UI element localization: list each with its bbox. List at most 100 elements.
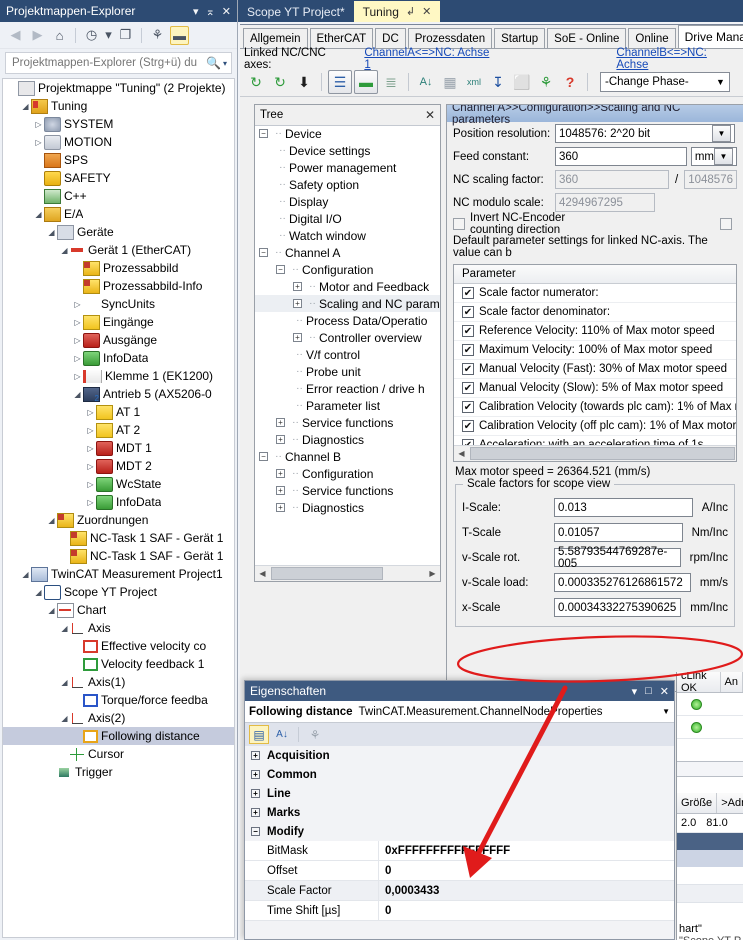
solution-tree[interactable]: Projektmappe "Tuning" (2 Projekte) ◢ Tunin… (2, 78, 235, 938)
expander-icon[interactable]: ◢ (20, 101, 31, 112)
table-icon[interactable]: ▦ (439, 71, 461, 93)
expand-plus-icon[interactable]: + (293, 282, 302, 291)
expander-icon[interactable]: ▷ (72, 335, 83, 346)
solution-tree-node[interactable]: ▷ Klemme 1 (EK1200) (3, 367, 234, 385)
split-view-icon[interactable]: ▬ (354, 70, 378, 94)
search-icon[interactable]: 🔍 (206, 56, 221, 70)
collapse-minus-icon[interactable]: − (259, 248, 268, 257)
drive-tree-row[interactable]: ·· Parameter list (255, 397, 440, 414)
pin-icon[interactable]: ⌅ (206, 5, 215, 18)
solution-tree-node[interactable]: ◢ TwinCAT Measurement Project1 (3, 565, 234, 583)
drive-tree-row[interactable]: ·· V/f control (255, 346, 440, 363)
scroll-left-icon[interactable]: ◀ (454, 449, 469, 458)
chevron-down-icon[interactable]: ▾ (223, 59, 227, 68)
parameter-checkbox[interactable]: ✔ (462, 344, 474, 356)
scrollbar-thumb[interactable] (271, 567, 383, 580)
checklist-icon[interactable]: ≣ (380, 71, 402, 93)
drive-tree-row[interactable]: ·· Safety option (255, 176, 440, 193)
device-property-tab[interactable]: Online (628, 28, 676, 48)
property-category[interactable]: − Modify (245, 822, 674, 841)
tree-view-icon[interactable]: ☰ (328, 70, 352, 94)
expander-icon[interactable]: ◢ (59, 245, 70, 256)
chevron-down-icon[interactable]: ▾ (104, 26, 113, 45)
parameter-table-hscrollbar[interactable]: ◀ (454, 445, 736, 461)
drive-tree-row[interactable]: ·· Error reaction / drive h (255, 380, 440, 397)
expander-icon[interactable]: ▷ (72, 317, 83, 328)
expand-plus-icon[interactable]: + (293, 333, 302, 342)
device-property-tab[interactable]: Prozessdaten (407, 28, 493, 48)
expander-icon[interactable]: ◢ (59, 623, 70, 634)
solution-tree-node[interactable]: ▷ MOTION (3, 133, 234, 151)
parameter-checkbox[interactable]: ✔ (462, 306, 474, 318)
expander-icon[interactable]: ▷ (85, 443, 96, 454)
scope-scale-input[interactable]: 0.000335276126861572 (554, 573, 691, 592)
property-value[interactable]: 0xFFFFFFFFFFFFFFFF (378, 841, 674, 860)
solution-tree-node[interactable]: ◢ Gerät 1 (EtherCAT) (3, 241, 234, 259)
parameter-checkbox[interactable]: ✔ (462, 363, 474, 375)
drive-tree-row[interactable]: ·· Digital I/O (255, 210, 440, 227)
expander-icon[interactable]: ◢ (72, 389, 83, 400)
scope-scale-input[interactable]: 0.01057 (554, 523, 683, 542)
drive-tree-row[interactable]: + ·· Service functions (255, 414, 440, 431)
expand-plus-icon[interactable]: + (276, 418, 285, 427)
expander-icon[interactable]: ◢ (46, 605, 57, 616)
solution-tree-node[interactable]: ▷ AT 1 (3, 403, 234, 421)
parameter-row[interactable]: ✔ Scale factor denominator: (454, 303, 736, 322)
solution-tree-node[interactable]: Prozessabbild-Info (3, 277, 234, 295)
drive-tree-list[interactable]: − ·· Device ·· Device settings ·· Power manage… (255, 125, 440, 565)
solution-tree-node[interactable]: ◢ Axis(1) (3, 673, 234, 691)
search-input[interactable] (10, 56, 207, 70)
property-row[interactable]: Offset 0 (245, 861, 674, 881)
property-row[interactable]: Time Shift [µs] 0 (245, 901, 674, 921)
device-property-tab[interactable]: EtherCAT (309, 28, 374, 48)
pin-icon[interactable]: ↲ (406, 5, 415, 18)
property-row[interactable]: Scale Factor 0,0003433 (245, 881, 674, 901)
expander-icon[interactable]: ◢ (46, 227, 57, 238)
drive-tree-row[interactable]: ·· Display (255, 193, 440, 210)
copy-icon[interactable]: ❐ (116, 26, 135, 45)
solution-tree-node[interactable]: ▷ SYSTEM (3, 115, 234, 133)
preview-selected-icon[interactable]: ▬ (170, 25, 189, 45)
expand-plus-icon[interactable]: + (276, 486, 285, 495)
expander-icon[interactable]: ▷ (85, 407, 96, 418)
feed-constant-input[interactable]: 360 (555, 147, 687, 166)
solution-tree-node[interactable]: ▷ MDT 2 (3, 457, 234, 475)
solution-tree-node[interactable]: ◢ E/A (3, 205, 234, 223)
expand-plus-icon[interactable]: + (251, 770, 260, 779)
device-property-tab[interactable]: Allgemein (243, 28, 308, 48)
import-icon[interactable]: ↧ (487, 71, 509, 93)
device-property-tab[interactable]: SoE - Online (547, 28, 627, 48)
collapse-minus-icon[interactable]: − (251, 827, 260, 836)
drive-tree-row[interactable]: − ·· Configuration (255, 261, 440, 278)
parameter-checkbox[interactable]: ✔ (462, 287, 474, 299)
drive-tree-row[interactable]: ·· Device settings (255, 142, 440, 159)
parameter-table-body[interactable]: ✔ Scale factor numerator: ✔ Scale factor de… (454, 284, 736, 455)
close-icon[interactable]: ✕ (660, 685, 669, 698)
download-icon[interactable]: ⬇ (293, 71, 315, 93)
collapse-minus-icon[interactable]: − (276, 265, 285, 274)
chevron-down-icon[interactable]: ▾ (193, 5, 199, 18)
solution-tree-node[interactable]: Prozessabbild (3, 259, 234, 277)
expander-icon[interactable]: ◢ (33, 587, 44, 598)
properties-wrench-icon[interactable]: ⚘ (148, 26, 167, 45)
scroll-right-icon[interactable]: ▶ (425, 569, 440, 578)
solution-tree-node[interactable]: ◢ Geräte (3, 223, 234, 241)
drive-tree-row[interactable]: ·· Process Data/Operatio (255, 312, 440, 329)
solution-tree-node[interactable]: ◢ Tuning (3, 97, 234, 115)
drive-tree-row[interactable]: ·· Probe unit (255, 363, 440, 380)
expander-icon[interactable]: ◢ (46, 515, 57, 526)
reload-from-drive-icon[interactable]: ↻ (245, 71, 267, 93)
property-row[interactable]: BitMask 0xFFFFFFFFFFFFFFFF (245, 841, 674, 861)
document-tab[interactable]: Tuning ↲ ✕ (353, 1, 441, 22)
property-category[interactable]: + Marks (245, 803, 674, 822)
scroll-left-icon[interactable]: ◀ (255, 569, 270, 578)
properties-grid[interactable]: + Acquisition + Common + Line + Marks − Modify Bit… (245, 746, 674, 939)
property-category[interactable]: + Common (245, 765, 674, 784)
close-icon[interactable]: ✕ (222, 5, 231, 18)
help-icon[interactable]: ? (559, 71, 581, 93)
solution-tree-node[interactable]: Projektmappe "Tuning" (2 Projekte) (3, 79, 234, 97)
solution-tree-node[interactable]: Trigger (3, 763, 234, 781)
close-icon[interactable]: ✕ (425, 108, 435, 122)
refresh-icon[interactable]: ↻ (269, 71, 291, 93)
expand-plus-icon[interactable]: + (276, 469, 285, 478)
